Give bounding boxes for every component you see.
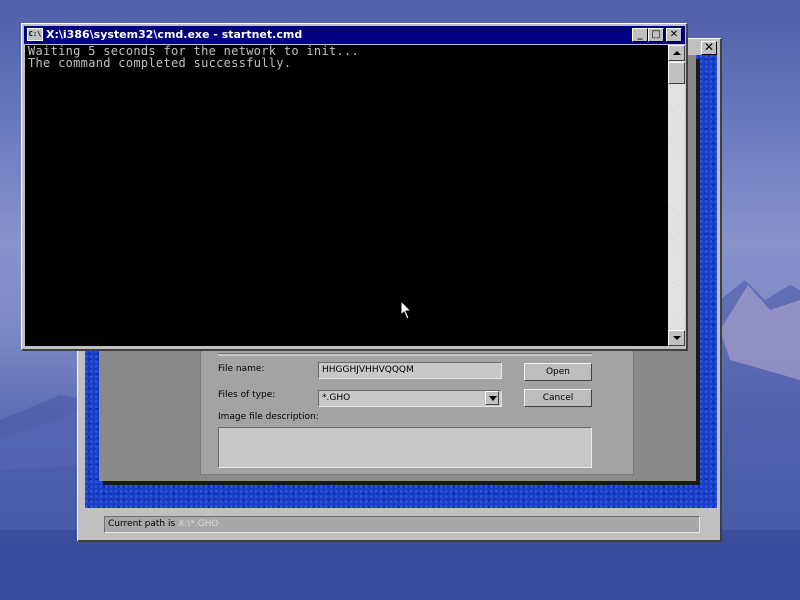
cancel-button[interactable]: Cancel	[524, 389, 592, 407]
current-path-value: X:\*.GHO	[178, 519, 219, 529]
cmd-icon: C:\	[27, 28, 43, 41]
current-path-label: Current path is	[108, 519, 176, 529]
scroll-up-button[interactable]	[668, 45, 685, 61]
minimize-button[interactable]: _	[632, 28, 648, 42]
file-name-input[interactable]: HHGGHJVHHVQQQM	[318, 362, 502, 379]
chevron-down-icon[interactable]	[485, 391, 499, 405]
open-button[interactable]: Open	[524, 363, 592, 381]
file-name-label: File name:	[218, 364, 265, 374]
current-path-status: Current path is X:\*.GHO	[104, 516, 700, 533]
close-button[interactable]: ✕	[666, 28, 682, 42]
maximize-button[interactable]: □	[648, 28, 664, 42]
mouse-pointer-icon	[400, 300, 412, 320]
files-of-type-label: Files of type:	[218, 390, 276, 400]
image-description-field[interactable]	[218, 427, 592, 468]
files-of-type-select[interactable]: *.GHO	[318, 390, 502, 407]
console-line: The command completed successfully.	[28, 56, 292, 70]
image-description-label: Image file description:	[218, 412, 319, 422]
scroll-down-button[interactable]	[668, 330, 685, 346]
console-output[interactable]: Waiting 5 seconds for the network to ini…	[25, 45, 668, 346]
ghost-close-button[interactable]: ✕	[701, 41, 717, 55]
cmd-window-title: X:\i386\system32\cmd.exe - startnet.cmd	[46, 28, 303, 41]
scroll-thumb[interactable]	[668, 62, 685, 84]
dialog-divider	[218, 353, 592, 356]
vertical-scrollbar[interactable]	[668, 45, 685, 346]
